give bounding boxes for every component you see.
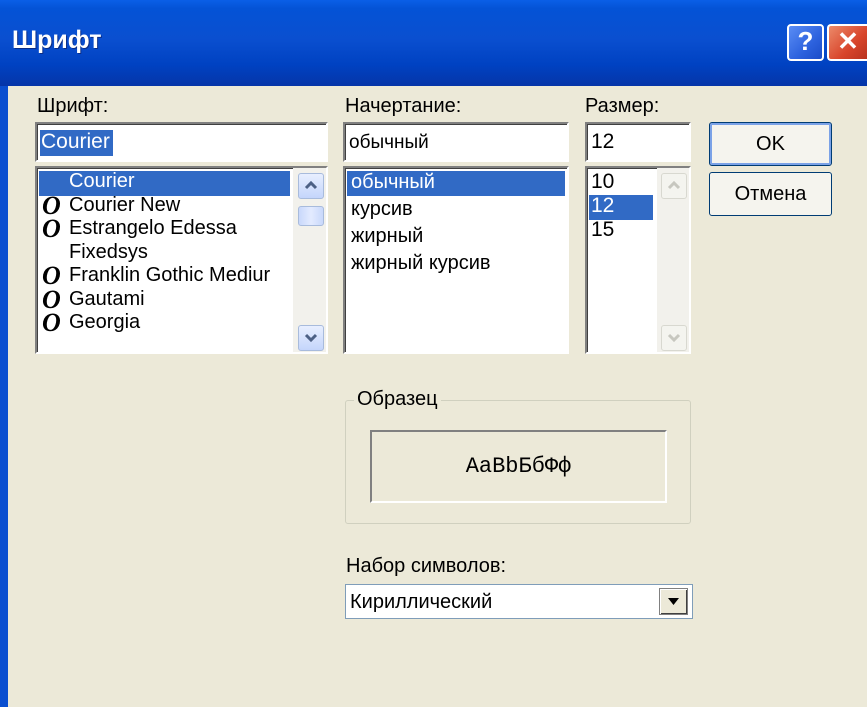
close-icon: ✕ [837, 26, 859, 56]
close-button[interactable]: ✕ [827, 24, 867, 61]
scroll-thumb[interactable] [298, 206, 324, 226]
size-label: Размер: [585, 95, 660, 117]
font-input-value: Courier [41, 130, 110, 153]
style-list-item[interactable]: курсив [351, 198, 413, 221]
size-scroll-down-button[interactable] [661, 325, 687, 351]
size-input-value: 12 [591, 130, 615, 153]
chevron-up-icon [667, 180, 681, 190]
style-label: Начертание: [345, 95, 462, 117]
style-list-item[interactable]: обычный [351, 171, 435, 194]
charset-select[interactable]: Кириллический [345, 584, 693, 619]
charset-dropdown-button[interactable] [659, 588, 688, 615]
font-list-item[interactable]: Franklin Gothic Mediur [69, 264, 270, 287]
style-list[interactable]: обычный курсив жирный жирный курсив [343, 166, 569, 354]
size-input[interactable]: 12 [585, 122, 691, 162]
ok-button[interactable]: OK [709, 122, 832, 166]
font-list[interactable]: Courier O Courier New O Estrangelo Edessa Fix… [35, 166, 328, 354]
triangle-down-icon [668, 598, 679, 605]
style-list-item[interactable]: жирный [351, 225, 423, 248]
size-list-scrollbar[interactable] [657, 168, 689, 352]
chevron-down-icon [304, 333, 318, 343]
font-list-item[interactable]: Fixedsys [69, 241, 148, 264]
sample-text: AaBbБбФф [465, 454, 572, 479]
font-list-item[interactable]: Gautami [69, 288, 145, 311]
sample-preview: AaBbБбФф [370, 430, 667, 503]
size-scroll-up-button[interactable] [661, 173, 687, 199]
font-list-item[interactable]: Courier [69, 170, 135, 193]
size-list-item[interactable]: 12 [591, 194, 614, 218]
font-list-item[interactable]: Courier New [69, 194, 180, 217]
font-list-item[interactable]: Estrangelo Edessa [69, 217, 237, 240]
font-label: Шрифт: [37, 95, 109, 117]
truetype-icon: O [42, 214, 61, 243]
title-bar[interactable]: Шрифт ? ✕ [0, 0, 867, 86]
style-list-item[interactable]: жирный курсив [351, 252, 491, 275]
chevron-down-icon [667, 333, 681, 343]
style-input-value: обычный [349, 132, 429, 153]
scroll-down-button[interactable] [298, 325, 324, 351]
chevron-up-icon [304, 180, 318, 190]
font-list-scrollbar[interactable] [293, 168, 326, 352]
window-frame-left [0, 86, 8, 707]
sample-group: Образец AaBbБбФф [345, 388, 691, 524]
charset-label: Набор символов: [346, 555, 507, 577]
charset-value: Кириллический [350, 591, 493, 613]
window-title: Шрифт [12, 26, 102, 54]
scroll-up-button[interactable] [298, 173, 324, 199]
truetype-icon: O [42, 308, 61, 337]
size-list[interactable]: 10 12 15 [585, 166, 691, 354]
size-list-item[interactable]: 10 [591, 170, 614, 194]
help-button[interactable]: ? [787, 24, 824, 61]
size-list-item[interactable]: 15 [591, 218, 614, 242]
sample-legend: Образец [354, 388, 441, 411]
font-list-item[interactable]: Georgia [69, 311, 140, 334]
help-icon: ? [797, 26, 814, 56]
cancel-button[interactable]: Отмена [709, 172, 832, 216]
style-input[interactable]: обычный [343, 122, 569, 162]
font-input[interactable]: Courier [35, 122, 328, 162]
